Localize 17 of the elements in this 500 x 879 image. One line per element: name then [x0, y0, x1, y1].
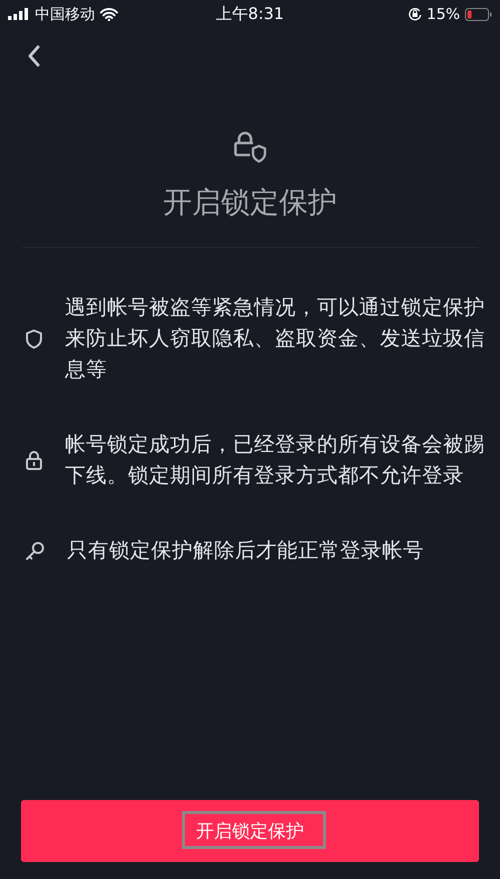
back-icon[interactable] [27, 44, 41, 68]
wifi-icon [100, 8, 118, 20]
signal-icon [8, 8, 30, 20]
clock: 上午8:31 [216, 4, 284, 24]
lock-shield-icon [233, 131, 267, 163]
enable-lock-button[interactable]: 开启锁定保护 [21, 800, 479, 862]
info-text: 只有锁定保护解除后才能正常登录帐号 [67, 537, 425, 564]
key-icon [25, 540, 45, 560]
rotation-lock-icon [408, 7, 422, 21]
shield-icon [25, 328, 43, 348]
battery-percent: 15% [426, 5, 460, 23]
lock-icon [25, 450, 43, 470]
info-text: 遇到帐号被盗等紧急情况，可以通过锁定保护来防止坏人窃取隐私、盗取资金、发送垃圾信息等 [65, 294, 486, 383]
page-title: 开启锁定保护 [163, 184, 337, 221]
battery-icon [465, 8, 492, 20]
info-text: 帐号锁定成功后，已经登录的所有设备会被踢下线。锁定期间所有登录方式都不允许登录 [65, 431, 486, 489]
carrier-name: 中国移动 [35, 4, 95, 24]
